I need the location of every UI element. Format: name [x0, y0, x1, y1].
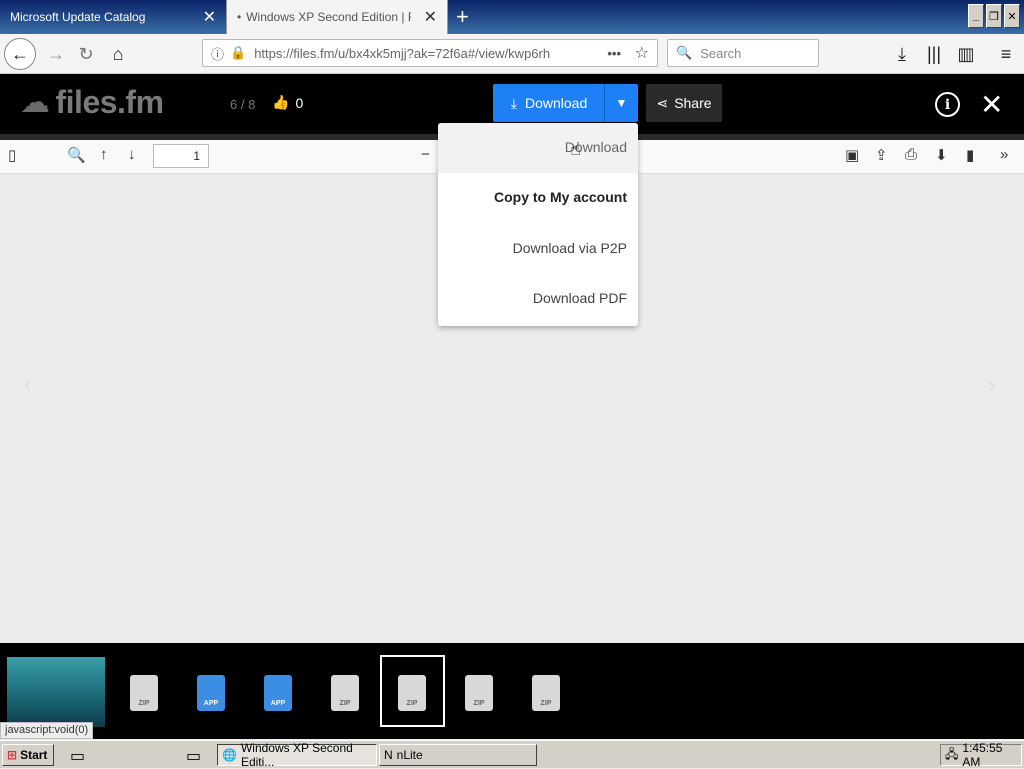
- page-actions-icon[interactable]: •••: [607, 46, 621, 61]
- find-icon[interactable]: 🔍: [67, 146, 86, 164]
- filesfm-logo[interactable]: ☁ files.fm: [20, 84, 164, 121]
- minimize-icon[interactable]: _: [968, 4, 984, 28]
- hand-cursor-icon: ☝: [570, 139, 581, 159]
- next-file-icon[interactable]: ›: [988, 372, 995, 398]
- search-icon: 🔍: [676, 45, 693, 60]
- close-viewer-icon[interactable]: ✕: [980, 88, 1003, 121]
- page-number-input[interactable]: 1: [153, 144, 209, 168]
- tab-loading-dot-icon: •: [237, 10, 242, 24]
- file-counter: 6 / 8: [230, 97, 256, 112]
- logo-text: files.fm: [55, 84, 165, 120]
- library-icon[interactable]: |||: [918, 38, 950, 70]
- tab-windows-xp-second-edition[interactable]: • Windows XP Second Edition | Files ✕: [226, 0, 448, 34]
- menu-item-copy-to-account[interactable]: Copy to My account: [494, 189, 627, 205]
- downloads-icon[interactable]: ⤓: [886, 38, 918, 70]
- menu-item-download-pdf[interactable]: Download PDF: [533, 290, 627, 306]
- info-icon[interactable]: ⓘ: [211, 44, 224, 63]
- tab-label: Microsoft Update Catalog: [10, 10, 146, 24]
- bookmark-icon[interactable]: ▮: [966, 146, 974, 164]
- system-tray: 🖧 1:45:55 AM: [940, 741, 1022, 769]
- taskbar-window-nlite[interactable]: N nLite: [379, 744, 537, 766]
- network-icon[interactable]: 🖧: [945, 745, 958, 766]
- windows-logo-icon: ⊞: [7, 748, 18, 762]
- search-placeholder: Search: [700, 45, 742, 61]
- tab-close-icon[interactable]: ✕: [424, 7, 437, 27]
- thumbnail-strip: ZIP APP APP ZIP ZIP ZIP ZIP: [0, 643, 1024, 739]
- share-icon: ⋖: [656, 94, 669, 111]
- thumbnail-image[interactable]: [7, 657, 105, 727]
- restore-icon[interactable]: ❐: [986, 4, 1002, 28]
- taskbar-window-label: nLite: [396, 748, 423, 762]
- share-button[interactable]: ⋖ Share: [646, 84, 722, 122]
- bookmark-star-icon[interactable]: ☆: [635, 43, 649, 63]
- like-count: 0: [295, 94, 304, 111]
- reload-icon[interactable]: ↻: [70, 38, 102, 70]
- download-dropdown-menu: Download Copy to My account Download via…: [438, 123, 638, 326]
- share-label: Share: [674, 95, 712, 111]
- taskbar-window-label: Windows XP Second Editi...: [240, 741, 353, 769]
- info-icon[interactable]: i: [935, 92, 960, 117]
- save-icon[interactable]: ⬇: [935, 146, 948, 164]
- caret-down-icon: ▼: [615, 96, 628, 110]
- tools-icon[interactable]: »: [1000, 146, 1008, 163]
- search-input[interactable]: 🔍 Search: [667, 39, 819, 67]
- tab-microsoft-update-catalog[interactable]: Microsoft Update Catalog ✕: [0, 0, 226, 34]
- show-desktop-icon[interactable]: ▭: [70, 746, 86, 765]
- sidebar-icon[interactable]: ▥: [950, 38, 982, 70]
- thumbs-up-icon: 👍: [272, 94, 290, 110]
- window-controls: _ ❐ ✕: [968, 4, 1020, 28]
- thumbnail-zip[interactable]: ZIP: [532, 675, 560, 711]
- menu-icon[interactable]: ≡: [990, 38, 1022, 70]
- thumbnail-zip[interactable]: ZIP: [130, 675, 158, 711]
- tab-label: Windows XP Second Edition | Files: [246, 10, 411, 24]
- cloud-logo-icon: ☁: [20, 86, 50, 119]
- toggle-sidebar-icon[interactable]: ▯: [8, 146, 16, 164]
- url-bar[interactable]: ⓘ 🔒 https://files.fm/u/bx4xk5mjj?ak=72f6…: [202, 39, 658, 67]
- thumbnail-zip[interactable]: ZIP: [331, 675, 359, 711]
- browser-nav-bar: ← → ↻ ⌂ ⓘ 🔒 https://files.fm/u/bx4xk5mjj…: [0, 34, 1024, 74]
- start-button[interactable]: ⊞ Start: [2, 744, 54, 766]
- taskbar-window-browser[interactable]: 🌐 Windows XP Second Editi...: [217, 741, 377, 769]
- firefox-icon: 🌐: [222, 748, 237, 762]
- quicklaunch-icon[interactable]: ▭: [186, 746, 202, 765]
- download-dropdown-toggle[interactable]: ▼: [604, 84, 638, 122]
- download-button[interactable]: ⤓ Download: [493, 84, 605, 122]
- next-page-icon[interactable]: ↓: [128, 146, 136, 163]
- browser-tab-bar: Microsoft Update Catalog ✕ • Windows XP …: [0, 0, 1024, 34]
- download-icon: ⤓: [510, 94, 517, 111]
- start-label: Start: [20, 748, 48, 762]
- download-label: Download: [524, 95, 588, 111]
- new-tab-icon[interactable]: +: [456, 4, 469, 30]
- previous-page-icon[interactable]: ↑: [100, 146, 108, 163]
- thumbnail-zip[interactable]: ZIP: [465, 675, 493, 711]
- windows-taskbar: ⊞ Start ▭ ▭ 🌐 Windows XP Second Editi...…: [0, 740, 1024, 769]
- open-file-icon[interactable]: ⇪: [875, 146, 888, 164]
- previous-file-icon[interactable]: ‹: [24, 372, 31, 398]
- presentation-mode-icon[interactable]: ▣: [845, 146, 859, 164]
- thumbnail-app[interactable]: APP: [197, 675, 225, 711]
- thumbnail-app[interactable]: APP: [264, 675, 292, 711]
- zoom-out-icon[interactable]: −: [421, 146, 430, 163]
- menu-item-download-p2p[interactable]: Download via P2P: [513, 240, 627, 256]
- lock-icon: 🔒: [230, 45, 247, 60]
- like-button[interactable]: 👍 0: [272, 94, 303, 111]
- thumbnail-zip-selected[interactable]: ZIP: [398, 675, 426, 711]
- forward-arrow-icon[interactable]: →: [40, 38, 72, 70]
- print-icon[interactable]: ⎙: [905, 146, 917, 163]
- back-arrow-icon[interactable]: ←: [4, 38, 36, 70]
- home-icon[interactable]: ⌂: [102, 38, 134, 70]
- clock: 1:45:55 AM: [962, 741, 1003, 769]
- url-text: https://files.fm/u/bx4xk5mjj?ak=72f6a#/v…: [254, 45, 551, 61]
- tab-close-icon[interactable]: ✕: [203, 7, 216, 27]
- nlite-icon: N: [384, 748, 393, 762]
- status-bar-link: javascript:void(0): [0, 722, 94, 739]
- close-window-icon[interactable]: ✕: [1004, 4, 1020, 28]
